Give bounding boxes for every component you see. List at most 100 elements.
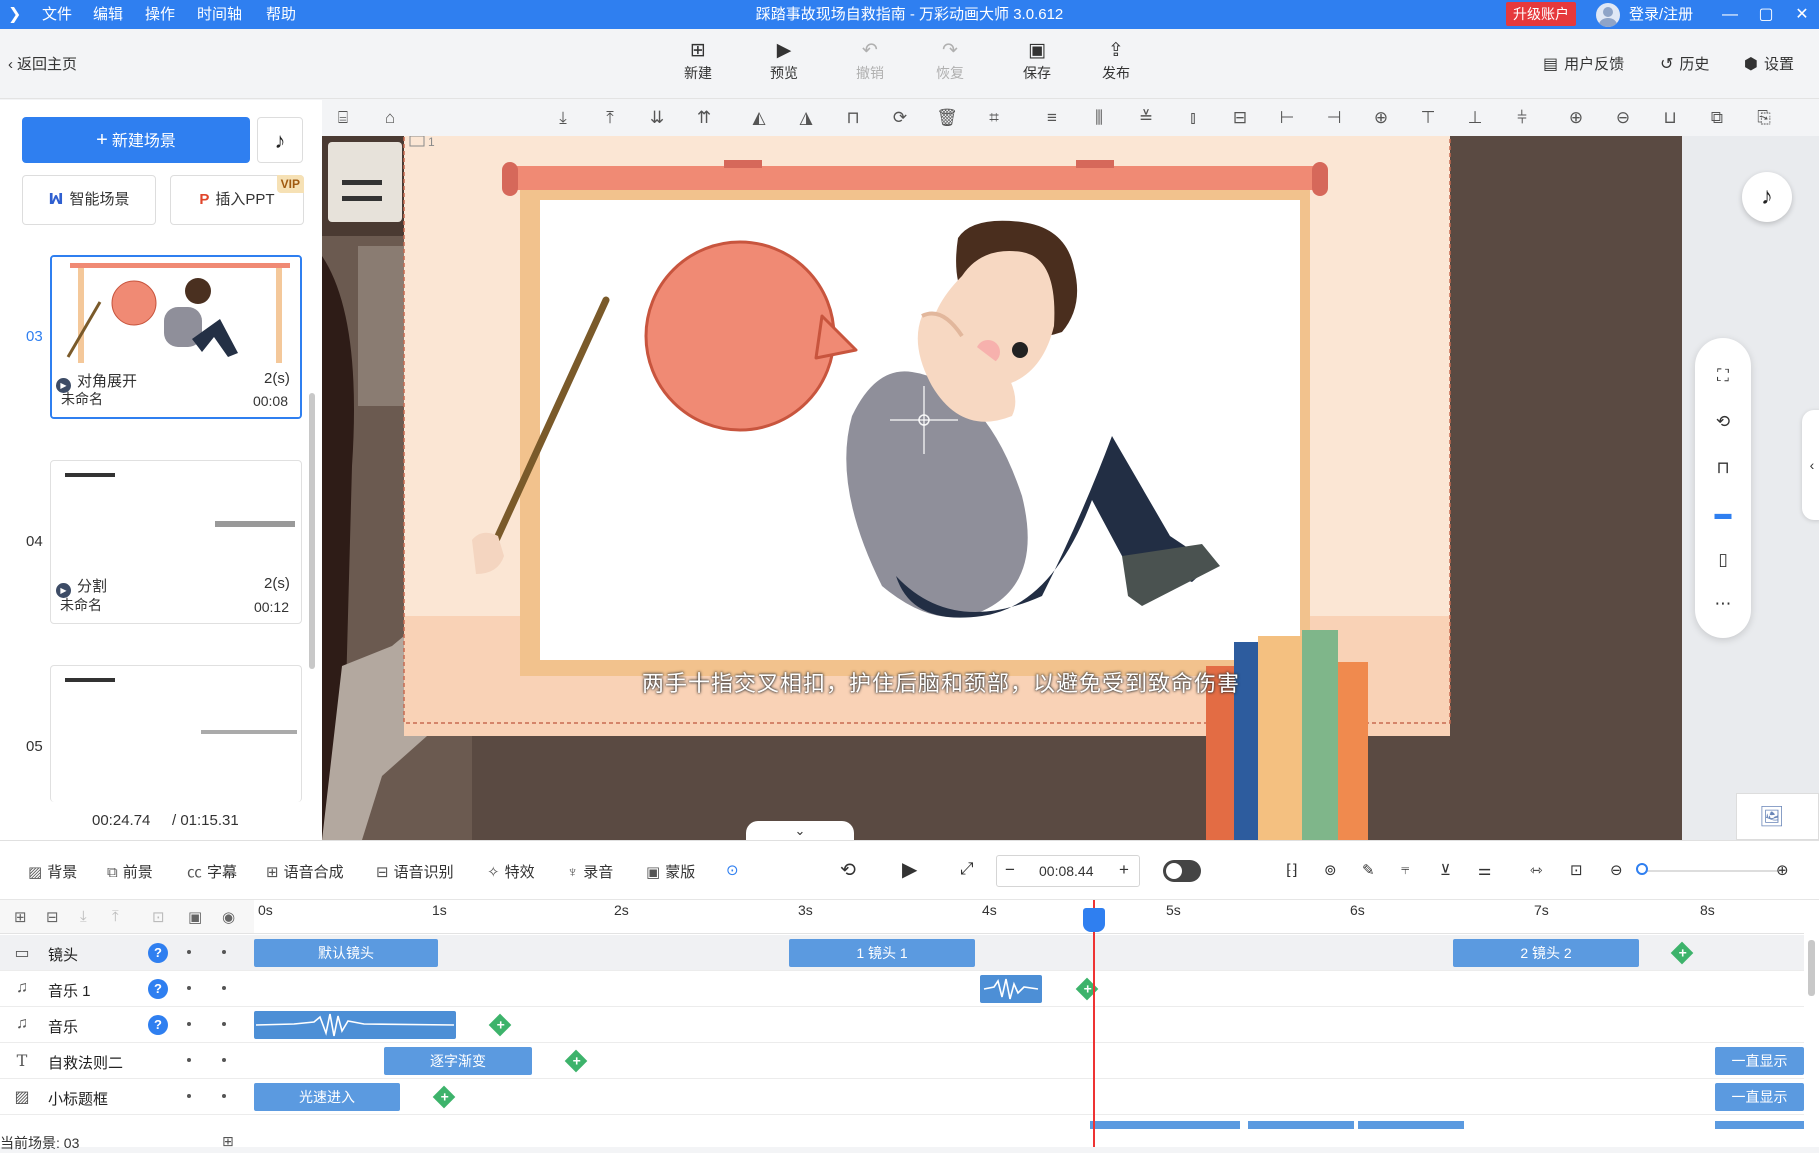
crop-icon[interactable]: ⌗ xyxy=(982,108,1006,128)
menu-edit[interactable]: 编辑 xyxy=(93,0,123,29)
align-v-center-icon[interactable]: ⫩ xyxy=(1510,108,1534,128)
distribute-v-icon[interactable]: ⊟ xyxy=(1228,108,1252,128)
save-button[interactable]: ▣ 保存 xyxy=(1007,39,1067,83)
asr-tool[interactable]: ⊟ 语音识别 xyxy=(376,861,454,882)
back-home-link[interactable]: ‹ 返回主页 xyxy=(8,53,77,74)
track-camera[interactable]: ▭ 镜头 ? xyxy=(0,935,254,971)
new-scene-button[interactable]: + 新建场景 xyxy=(22,117,250,163)
mask-tool[interactable]: ▣ 蒙版 xyxy=(646,861,695,882)
time-ruler[interactable]: 0s 1s 2s 3s 4s 5s 6s 7s 8s xyxy=(254,900,1804,934)
timeline-settings-icon[interactable]: ⊞ xyxy=(222,1133,234,1150)
edit-icon[interactable]: ✎ xyxy=(1362,861,1375,879)
zoom-in-icon[interactable]: ⊕ xyxy=(1776,861,1789,879)
partial-clip[interactable] xyxy=(1090,1121,1240,1129)
zoom-out-icon[interactable]: ⊖ xyxy=(1611,108,1635,128)
avatar[interactable] xyxy=(1596,3,1620,27)
preview-button[interactable]: ▶ 预览 xyxy=(754,39,814,83)
increase-time-icon[interactable]: + xyxy=(1119,860,1129,880)
fit-width-icon[interactable]: ⇿ xyxy=(1530,861,1543,879)
menu-operate[interactable]: 操作 xyxy=(145,0,175,29)
add-keyframe-icon[interactable] xyxy=(488,1013,512,1037)
always-show-clip[interactable]: 一直显示 xyxy=(1715,1083,1804,1111)
home-icon[interactable]: ⌂ xyxy=(378,108,402,128)
align-v-top-icon[interactable]: ⊤ xyxy=(1416,108,1440,128)
move-up-icon[interactable]: ⤒ xyxy=(112,908,119,925)
help-icon[interactable]: ? xyxy=(148,943,168,963)
lock-icon[interactable]: ⊓ xyxy=(1711,456,1735,480)
subtitle-text[interactable]: 两手十指交叉相扣，护住后脑和颈部，以避免受到致命伤害 xyxy=(642,666,1240,698)
camera-icon[interactable]: ⊚ xyxy=(1324,861,1337,879)
audio-clip[interactable] xyxy=(254,1011,456,1039)
unlock-icon[interactable]: ⊔ xyxy=(1658,108,1682,128)
scene-card-04[interactable]: 未命名 00:12 xyxy=(50,460,302,624)
split-icon[interactable]: ⫧ xyxy=(1401,861,1409,878)
crop-tool-icon[interactable]: ⁅⁆ xyxy=(1286,861,1298,879)
move-top-icon[interactable]: ⤒ xyxy=(598,108,622,128)
lock-icon[interactable]: ▣ xyxy=(188,908,202,926)
camera-clip[interactable]: 默认镜头 xyxy=(254,939,438,967)
add-keyframe-icon[interactable] xyxy=(432,1085,456,1109)
align-right-icon[interactable]: ⊣ xyxy=(1322,108,1346,128)
collapse-stage-handle[interactable]: ⌄ xyxy=(746,821,854,840)
insert-ppt-button[interactable]: P 插入PPT VIP xyxy=(170,175,304,225)
timeline-scrollbar[interactable] xyxy=(1808,940,1815,996)
partial-clip[interactable] xyxy=(1715,1121,1804,1129)
camera-clip[interactable]: 2 镜头 2 xyxy=(1453,939,1639,967)
distribute-h-icon[interactable]: ⫾ xyxy=(1181,108,1205,128)
upgrade-account-button[interactable]: 升级账户 xyxy=(1506,2,1576,26)
flip-vertical-icon[interactable]: ◮ xyxy=(794,108,818,128)
background-tool[interactable]: ▨ 背景 xyxy=(28,861,77,882)
new-folder-icon[interactable]: ⊟ xyxy=(46,908,59,926)
scene-transition[interactable]: ▶ 分割 xyxy=(56,575,107,598)
add-keyframe-icon[interactable] xyxy=(564,1049,588,1073)
track-music[interactable]: ♫ 音乐 ? xyxy=(0,1007,254,1043)
more-tools-icon[interactable]: ⊙ xyxy=(726,861,739,879)
always-show-clip[interactable]: 一直显示 xyxy=(1715,1047,1804,1075)
delete-icon[interactable]: ⊡ xyxy=(152,908,165,926)
feedback-link[interactable]: ▤ 用户反馈 xyxy=(1543,53,1624,74)
stage-canvas[interactable]: 1 两手十指交叉相扣，护住后脑和颈部，以避免受到致命伤害 ⌄ xyxy=(322,136,1682,840)
help-icon[interactable]: ? xyxy=(148,1015,168,1035)
redo-button[interactable]: ↷ 恢复 xyxy=(920,39,980,83)
foreground-tool[interactable]: ⧉ 前景 xyxy=(107,861,153,882)
align-middle-icon[interactable]: ⫼ xyxy=(1087,108,1111,128)
login-register-link[interactable]: 登录/注册 xyxy=(1629,0,1693,29)
adjust-icon[interactable]: ⚌ xyxy=(1478,861,1491,879)
loop-toggle[interactable] xyxy=(1163,860,1201,882)
collapse-right-panel-button[interactable]: ‹ xyxy=(1802,410,1819,520)
time-input[interactable]: − 00:08.44 + xyxy=(996,855,1140,887)
menu-file[interactable]: 文件 xyxy=(42,0,72,29)
align-bottom-icon[interactable]: ≚ xyxy=(1134,108,1158,128)
rewind-icon[interactable]: ⟲ xyxy=(840,859,856,882)
smart-scene-button[interactable]: ꟽ 智能场景 xyxy=(22,175,156,225)
lock-icon[interactable]: ⊓ xyxy=(841,108,865,128)
record-tool[interactable]: ♆ 录音 xyxy=(567,861,613,882)
camera-clip[interactable]: 1 镜头 1 xyxy=(789,939,975,967)
zoom-out-icon[interactable]: ⊖ xyxy=(1610,861,1623,879)
stage-music-button[interactable]: ♪ xyxy=(1742,172,1792,222)
move-down-icon[interactable]: ⇊ xyxy=(645,108,669,128)
zoom-slider[interactable] xyxy=(1640,870,1780,872)
close-icon[interactable]: ✕ xyxy=(1784,0,1819,29)
fullscreen-icon[interactable]: ⤢ xyxy=(960,859,974,879)
maximize-icon[interactable]: ▢ xyxy=(1748,0,1784,29)
add-folder-icon[interactable]: ⊞ xyxy=(14,908,27,926)
audio-clip[interactable] xyxy=(980,975,1042,1003)
scene-transition[interactable]: ▶ 对角展开 xyxy=(56,370,137,393)
publish-button[interactable]: ⇪ 发布 xyxy=(1086,39,1146,83)
text-effect-clip[interactable]: 逐字渐变 xyxy=(384,1047,532,1075)
history-link[interactable]: ↺ 历史 xyxy=(1660,53,1709,74)
add-keyframe-icon[interactable] xyxy=(1670,941,1694,965)
settings-link[interactable]: ⬢ 设置 xyxy=(1744,53,1794,74)
partial-clip[interactable] xyxy=(1248,1121,1354,1129)
decrease-time-icon[interactable]: − xyxy=(1005,860,1015,880)
mini-preview[interactable]: 🖼 xyxy=(1736,793,1819,840)
menu-timeline[interactable]: 时间轴 xyxy=(197,0,242,29)
scene-card-05[interactable] xyxy=(50,665,302,802)
move-bottom-icon[interactable]: ⤓ xyxy=(551,108,575,128)
align-left-icon[interactable]: ⊢ xyxy=(1275,108,1299,128)
help-icon[interactable]: ? xyxy=(148,979,168,999)
align-center-icon[interactable]: ⊕ xyxy=(1369,108,1393,128)
align-top-icon[interactable]: ≡ xyxy=(1040,108,1064,128)
partial-clip[interactable] xyxy=(1358,1121,1464,1129)
